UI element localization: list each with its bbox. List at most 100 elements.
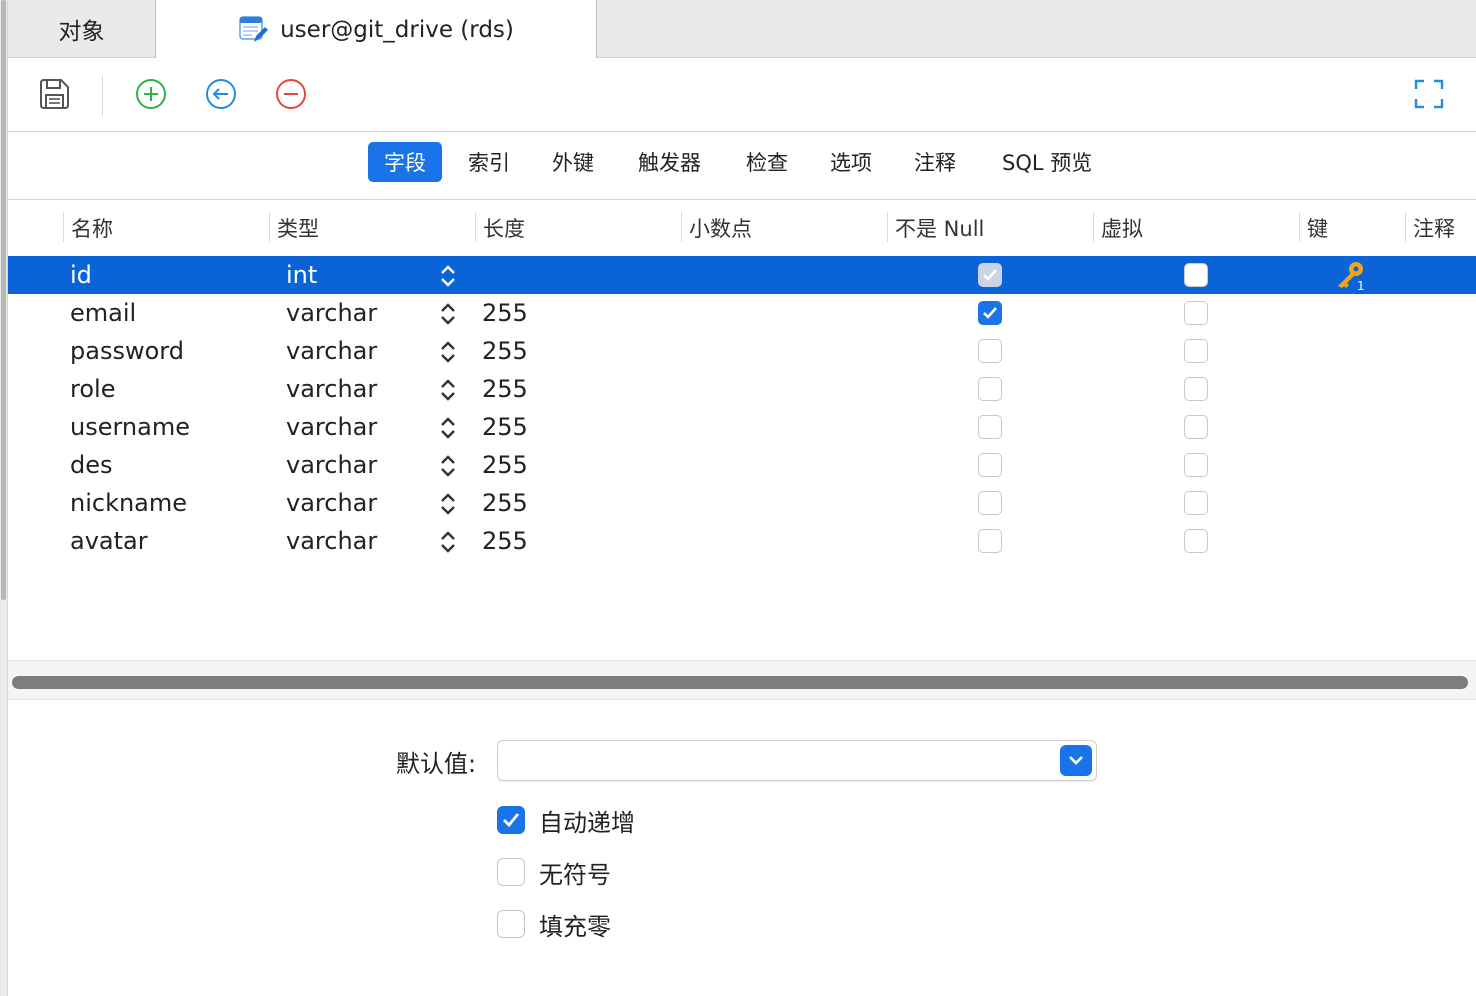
not-null-checkbox[interactable] [978, 339, 1002, 363]
delete-field-button[interactable] [273, 78, 309, 114]
not-null-checkbox[interactable] [978, 263, 1002, 287]
tab-foreign-keys[interactable]: 外键 [536, 142, 610, 182]
field-name-cell[interactable]: nickname [70, 484, 187, 522]
virtual-checkbox[interactable] [1184, 491, 1208, 515]
column-header-not-null[interactable]: 不是 Null [887, 200, 984, 255]
add-field-button[interactable] [133, 78, 169, 114]
field-length-cell[interactable]: 255 [482, 370, 528, 408]
field-length-cell[interactable]: 255 [482, 332, 528, 370]
type-stepper-icon[interactable] [438, 263, 458, 289]
field-name-cell[interactable]: des [70, 446, 113, 484]
field-name-cell[interactable]: role [70, 370, 115, 408]
field-type-cell[interactable]: varchar [286, 408, 377, 446]
svg-text:1: 1 [1357, 279, 1365, 291]
zerofill-checkbox[interactable] [497, 910, 525, 938]
field-name-cell[interactable]: avatar [70, 522, 148, 560]
column-header-comment[interactable]: 注释 [1405, 200, 1455, 255]
tab-fields[interactable]: 字段 [368, 142, 442, 182]
default-value-label: 默认值: [396, 749, 477, 778]
tab-options[interactable]: 选项 [814, 142, 888, 182]
column-header-key[interactable]: 键 [1299, 200, 1328, 255]
field-length-cell[interactable]: 255 [482, 294, 528, 332]
type-stepper-icon[interactable] [438, 529, 458, 555]
field-type-cell[interactable]: varchar [286, 484, 377, 522]
field-type-cell[interactable]: varchar [286, 294, 377, 332]
field-length-cell[interactable]: 255 [482, 484, 528, 522]
tab-indexes[interactable]: 索引 [452, 142, 526, 182]
column-header-virtual[interactable]: 虚拟 [1093, 200, 1143, 255]
not-null-checkbox[interactable] [978, 491, 1002, 515]
table-row[interactable]: nickname varchar 255 [8, 484, 1476, 522]
unsigned-option[interactable]: 无符号 [497, 857, 611, 889]
primary-key-icon: 1 [1334, 259, 1368, 293]
tab-table-designer-label: user@git_drive (rds) [280, 16, 514, 43]
field-properties-panel: 默认值: 自动递增 无符号 填充零 [8, 700, 1476, 996]
type-stepper-icon[interactable] [438, 453, 458, 479]
table-row[interactable]: id int 1 [8, 256, 1476, 294]
table-row[interactable]: username varchar 255 [8, 408, 1476, 446]
fullscreen-button[interactable] [1411, 78, 1447, 114]
default-value-combobox[interactable] [497, 740, 1097, 781]
column-header-length[interactable]: 长度 [475, 200, 525, 255]
not-null-checkbox[interactable] [978, 415, 1002, 439]
type-stepper-icon[interactable] [438, 415, 458, 441]
field-type-cell[interactable]: varchar [286, 370, 377, 408]
column-header-name[interactable]: 名称 [63, 200, 113, 255]
not-null-checkbox[interactable] [978, 529, 1002, 553]
virtual-checkbox[interactable] [1184, 377, 1208, 401]
virtual-checkbox[interactable] [1184, 301, 1208, 325]
type-stepper-icon[interactable] [438, 301, 458, 327]
table-row[interactable]: email varchar 255 [8, 294, 1476, 332]
virtual-checkbox[interactable] [1184, 263, 1208, 287]
column-header-type[interactable]: 类型 [269, 200, 319, 255]
save-button[interactable] [36, 78, 72, 114]
field-length-cell[interactable]: 255 [482, 408, 528, 446]
virtual-checkbox[interactable] [1184, 415, 1208, 439]
field-name-cell[interactable]: email [70, 294, 136, 332]
not-null-checkbox[interactable] [978, 301, 1002, 325]
zerofill-option[interactable]: 填充零 [497, 909, 611, 941]
field-name-cell[interactable]: id [70, 256, 92, 294]
plus-circle-icon [135, 78, 167, 114]
left-scrollbar[interactable] [1, 0, 6, 600]
type-stepper-icon[interactable] [438, 377, 458, 403]
tab-objects-label: 对象 [58, 19, 105, 45]
tab-comments[interactable]: 注释 [898, 142, 972, 182]
field-length-cell[interactable]: 255 [482, 522, 528, 560]
field-length-cell[interactable]: 255 [482, 446, 528, 484]
designer-tabs: 字段 索引 外键 触发器 检查 选项 注释 SQL 预览 [8, 132, 1476, 200]
tab-checks[interactable]: 检查 [730, 142, 804, 182]
unsigned-checkbox[interactable] [497, 858, 525, 886]
table-designer-window: 对象 user@git_drive (rds) 字段 索引 外键 触发器 检查 … [0, 0, 1476, 996]
auto-increment-option[interactable]: 自动递增 [497, 805, 635, 837]
zerofill-label: 填充零 [539, 912, 611, 941]
insert-field-button[interactable] [203, 78, 239, 114]
table-row[interactable]: des varchar 255 [8, 446, 1476, 484]
field-type-cell[interactable]: varchar [286, 446, 377, 484]
tab-table-designer[interactable]: user@git_drive (rds) [156, 0, 597, 59]
column-header-decimals[interactable]: 小数点 [681, 200, 752, 255]
not-null-checkbox[interactable] [978, 377, 1002, 401]
tab-triggers[interactable]: 触发器 [622, 142, 717, 182]
field-name-cell[interactable]: username [70, 408, 190, 446]
table-row[interactable]: role varchar 255 [8, 370, 1476, 408]
virtual-checkbox[interactable] [1184, 339, 1208, 363]
tab-sql-preview[interactable]: SQL 预览 [986, 142, 1108, 182]
tab-objects[interactable]: 对象 [8, 0, 156, 58]
field-type-cell[interactable]: int [286, 256, 317, 294]
unsigned-label: 无符号 [539, 860, 611, 889]
field-type-cell[interactable]: varchar [286, 332, 377, 370]
horizontal-scrollbar[interactable] [12, 676, 1468, 689]
table-row[interactable]: avatar varchar 255 [8, 522, 1476, 560]
type-stepper-icon[interactable] [438, 491, 458, 517]
field-type-cell[interactable]: varchar [286, 522, 377, 560]
arrow-left-circle-icon [205, 78, 237, 114]
not-null-checkbox[interactable] [978, 453, 1002, 477]
field-name-cell[interactable]: password [70, 332, 184, 370]
auto-increment-checkbox[interactable] [497, 806, 525, 834]
default-value-dropdown-button[interactable] [1060, 745, 1092, 776]
virtual-checkbox[interactable] [1184, 529, 1208, 553]
virtual-checkbox[interactable] [1184, 453, 1208, 477]
table-row[interactable]: password varchar 255 [8, 332, 1476, 370]
type-stepper-icon[interactable] [438, 339, 458, 365]
